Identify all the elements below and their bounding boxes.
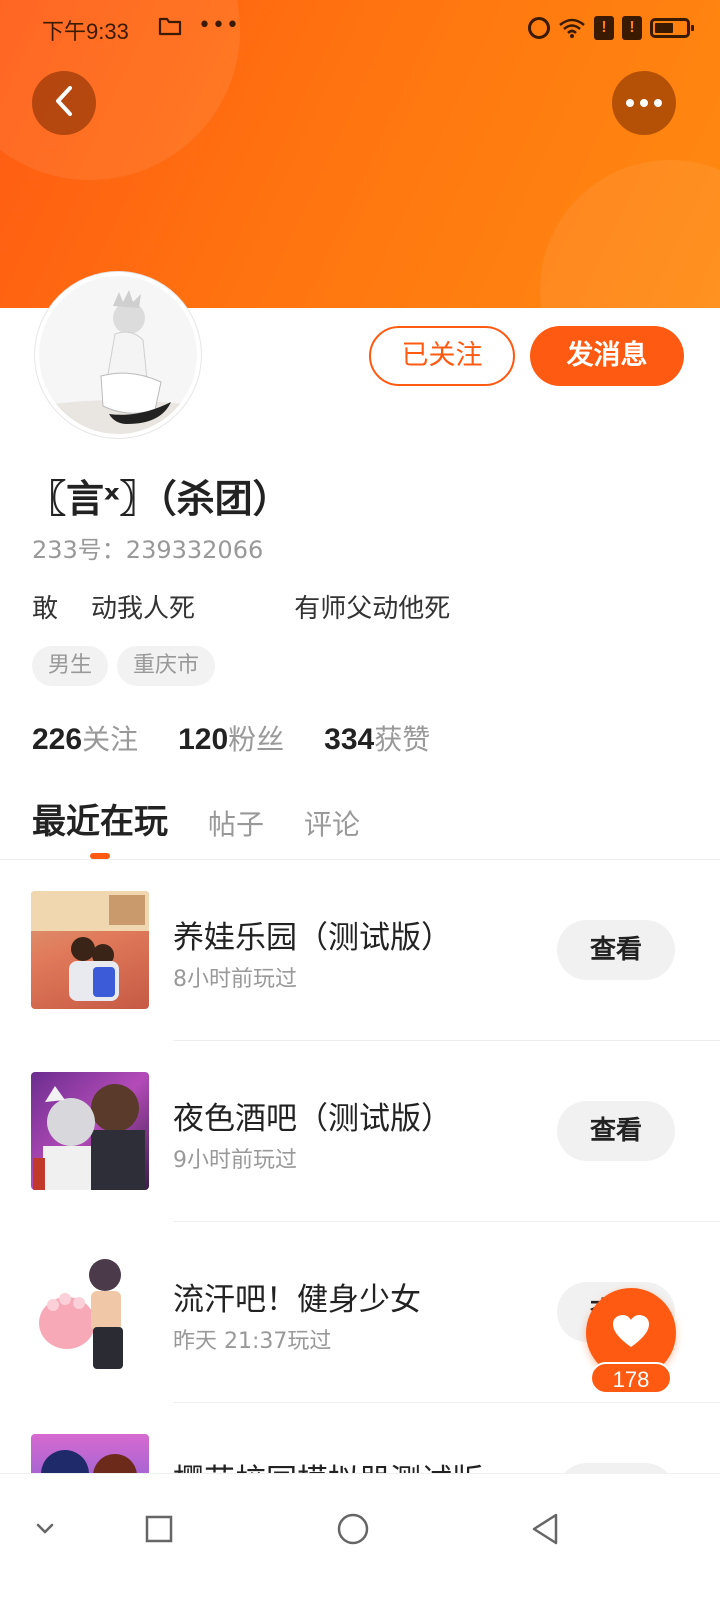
list-item[interactable]: 樱花校园模拟器测试版 查看: [0, 1403, 720, 1473]
user-bio: 敢 动我人死 有师父动他死: [32, 594, 451, 624]
tag-gender: 男生: [32, 646, 109, 686]
stat-likes-count: 334: [324, 723, 375, 756]
avatar-image: [39, 276, 197, 434]
stat-fans-count: 120: [178, 723, 229, 756]
game-played-time: 8小时前玩过: [173, 967, 297, 992]
stat-following-count: 226: [32, 723, 83, 756]
view-game-button[interactable]: 查看: [557, 920, 675, 980]
send-message-button[interactable]: 发消息: [530, 326, 684, 386]
tag-location: 重庆市: [117, 646, 216, 686]
game-played-time: 昨天 21:37玩过: [173, 1329, 332, 1354]
stat-following-label: 关注: [82, 723, 139, 756]
tab-comments[interactable]: 评论: [304, 803, 360, 843]
like-count-badge: 178: [590, 1362, 672, 1394]
status-icons: ! !: [528, 14, 694, 42]
back-button[interactable]: [32, 71, 96, 135]
battery-icon: [650, 18, 694, 38]
more-options-button[interactable]: [612, 71, 676, 135]
folder-icon: [158, 16, 182, 36]
wifi-icon: [558, 17, 586, 39]
alert-icon: !: [594, 16, 614, 40]
game-thumbnail: [31, 1072, 149, 1190]
chevron-left-icon: [51, 84, 77, 122]
alert-icon: !: [622, 16, 642, 40]
list-item[interactable]: 夜色酒吧（测试版） 9小时前玩过 查看: [0, 1041, 720, 1222]
chevron-down-icon[interactable]: [20, 1504, 70, 1554]
profile-stats: 226关注 120粉丝 334获赞: [32, 718, 430, 758]
circle-icon[interactable]: [328, 1504, 378, 1554]
status-bar: 下午9:33 ••• ! !: [0, 0, 720, 56]
banner-decoration: [540, 160, 720, 308]
game-title: 流汗吧！健身少女: [173, 1282, 421, 1318]
heart-icon: [611, 1313, 651, 1353]
alarm-icon: [528, 17, 550, 39]
username: 〖言ˣ〗（杀团）: [28, 477, 291, 521]
square-icon[interactable]: [134, 1504, 184, 1554]
game-title: 夜色酒吧（测试版）: [173, 1101, 452, 1137]
system-nav-bar: [0, 1473, 720, 1600]
user-id: 233号：239332066: [32, 536, 264, 564]
followed-button[interactable]: 已关注: [369, 326, 515, 386]
avatar[interactable]: [35, 272, 201, 438]
game-title: 养娃乐园（测试版）: [173, 920, 452, 956]
game-title: 樱花校园模拟器测试版: [173, 1455, 483, 1473]
status-time: 下午9:33: [42, 19, 129, 44]
more-notifications-indicator: •••: [198, 13, 240, 38]
profile-tags: 男生 重庆市: [32, 646, 216, 686]
game-thumbnail: [31, 1253, 149, 1371]
stat-following[interactable]: 226关注: [32, 718, 138, 758]
list-item[interactable]: 养娃乐园（测试版） 8小时前玩过 查看: [0, 860, 720, 1041]
tab-recently-played[interactable]: 最近在玩: [32, 794, 168, 843]
profile-tabs: 最近在玩 帖子 评论: [32, 794, 360, 843]
tab-posts[interactable]: 帖子: [208, 803, 264, 843]
stat-likes: 334获赞: [324, 718, 430, 758]
game-played-time: 9小时前玩过: [173, 1148, 297, 1173]
view-game-button[interactable]: 查看: [557, 1463, 675, 1473]
more-dots-icon: [626, 99, 662, 107]
stat-fans[interactable]: 120粉丝: [178, 718, 284, 758]
triangle-back-icon[interactable]: [520, 1504, 570, 1554]
view-game-button[interactable]: 查看: [557, 1101, 675, 1161]
game-thumbnail: [31, 891, 149, 1009]
game-thumbnail: [31, 1434, 149, 1473]
stat-fans-label: 粉丝: [228, 723, 285, 756]
stat-likes-label: 获赞: [374, 723, 431, 756]
